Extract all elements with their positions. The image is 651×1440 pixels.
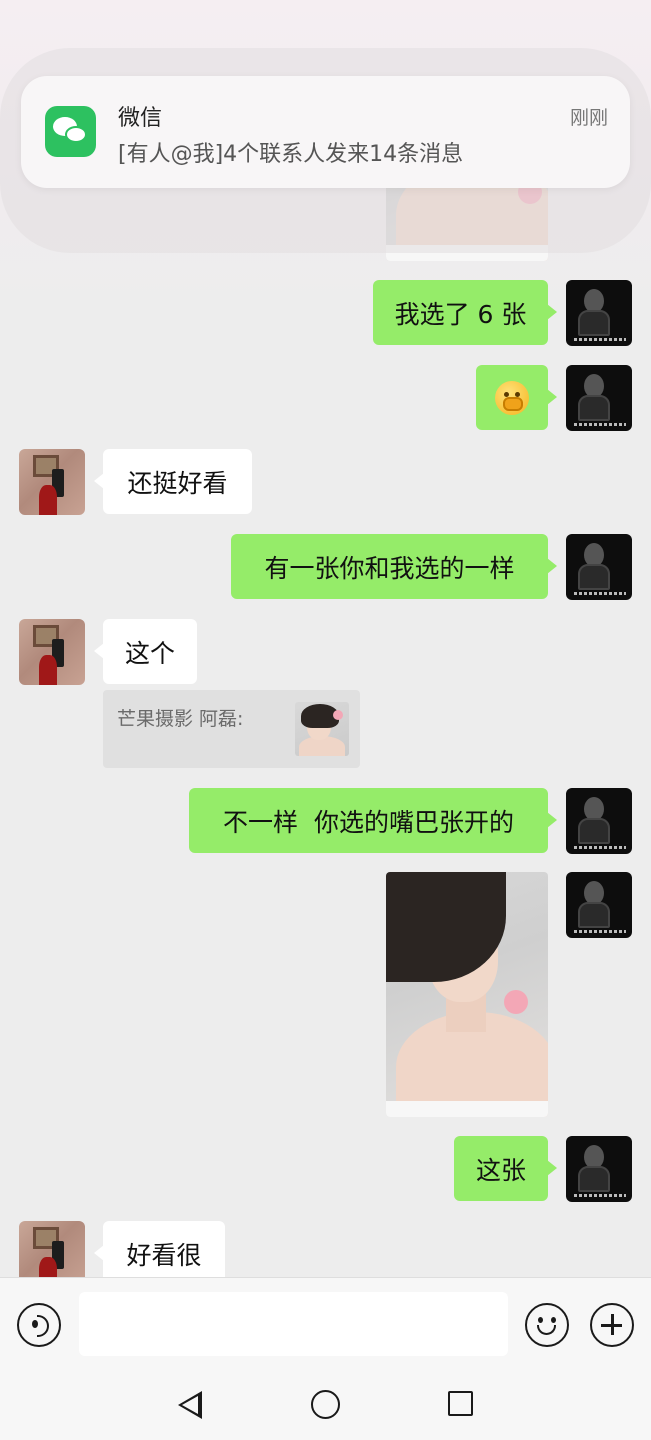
- avatar-dress: [39, 1257, 57, 1277]
- back-icon[interactable]: [178, 1391, 202, 1419]
- avatar-text-strip: [574, 592, 626, 595]
- emoji-eye: [551, 1317, 556, 1323]
- message-text: 这个: [124, 638, 175, 668]
- avatar-text-strip: [574, 423, 626, 426]
- message-text: 不一样 你选的嘴巴张开的: [223, 807, 514, 837]
- quote-text: 芒果摄影 阿磊:: [117, 708, 244, 730]
- input-bar: [0, 1277, 651, 1370]
- photo-dress: [386, 1101, 548, 1117]
- photo-flower: [504, 990, 528, 1014]
- avatar-body: [578, 818, 610, 844]
- notification-time: 刚刚: [569, 107, 608, 129]
- message-bubble-me[interactable]: 这张: [454, 1136, 557, 1201]
- avatar-text-strip: [574, 930, 626, 933]
- message-bubble-me[interactable]: 有一张你和我选的一样: [231, 534, 557, 599]
- avatar-body: [578, 1166, 610, 1192]
- contact-avatar[interactable]: [19, 619, 85, 685]
- message-text: 还挺好看: [127, 468, 228, 498]
- quote-image-thumbnail[interactable]: [295, 702, 349, 756]
- message-bubble-other[interactable]: 这个: [94, 619, 197, 684]
- message-text: 有一张你和我选的一样: [264, 553, 515, 583]
- contact-avatar[interactable]: [19, 1221, 85, 1277]
- message-bubble-other[interactable]: 好看很: [94, 1221, 225, 1277]
- thinking-face-emoji-icon: [495, 380, 529, 415]
- message-image[interactable]: [386, 872, 548, 1117]
- emoji-mouth: [537, 1325, 556, 1335]
- avatar-body: [578, 902, 610, 928]
- avatar-text-strip: [574, 1194, 626, 1197]
- notification-message: [有人@我]4个联系人发来14条消息: [118, 142, 464, 167]
- voice-icon[interactable]: [17, 1303, 61, 1347]
- chat-area[interactable]: 我选了 6 张 还挺好看 有一张你和我选的一样 这个 芒果摄影 阿磊: 不一样 …: [0, 0, 651, 1277]
- message-bubble-me[interactable]: [476, 365, 557, 430]
- my-avatar[interactable]: [566, 788, 632, 854]
- thumb-flower: [333, 710, 343, 720]
- avatar-body: [578, 395, 610, 421]
- my-avatar[interactable]: [566, 1136, 632, 1202]
- my-avatar[interactable]: [566, 534, 632, 600]
- avatar-dress: [39, 485, 57, 515]
- message-text: 我选了 6 张: [394, 299, 527, 329]
- my-avatar[interactable]: [566, 872, 632, 938]
- message-text: 这张: [475, 1155, 526, 1185]
- my-avatar[interactable]: [566, 280, 632, 346]
- message-bubble-me[interactable]: 不一样 你选的嘴巴张开的: [189, 788, 557, 853]
- emoji-eye: [538, 1317, 543, 1323]
- message-bubble-me[interactable]: 我选了 6 张: [373, 280, 557, 345]
- avatar-text-strip: [574, 338, 626, 341]
- home-icon[interactable]: [311, 1390, 340, 1419]
- avatar-body: [578, 310, 610, 336]
- plus-icon[interactable]: [590, 1303, 634, 1347]
- wechat-icon: [45, 106, 96, 157]
- message-input[interactable]: [79, 1292, 508, 1356]
- my-avatar[interactable]: [566, 365, 632, 431]
- message-text: 好看很: [126, 1240, 202, 1270]
- emoji-icon[interactable]: [525, 1303, 569, 1347]
- recents-icon[interactable]: [448, 1391, 473, 1416]
- system-nav-bar: [0, 1370, 651, 1440]
- quoted-message[interactable]: 芒果摄影 阿磊:: [103, 690, 360, 768]
- avatar-dress: [39, 655, 57, 685]
- message-bubble-other[interactable]: 还挺好看: [94, 449, 252, 514]
- contact-avatar[interactable]: [19, 449, 85, 515]
- notification-banner[interactable]: 微信 [有人@我]4个联系人发来14条消息 刚刚: [21, 76, 630, 188]
- chat-bubble-shape: [65, 126, 87, 143]
- avatar-body: [578, 564, 610, 590]
- avatar-text-strip: [574, 846, 626, 849]
- notification-app-name: 微信: [118, 106, 163, 131]
